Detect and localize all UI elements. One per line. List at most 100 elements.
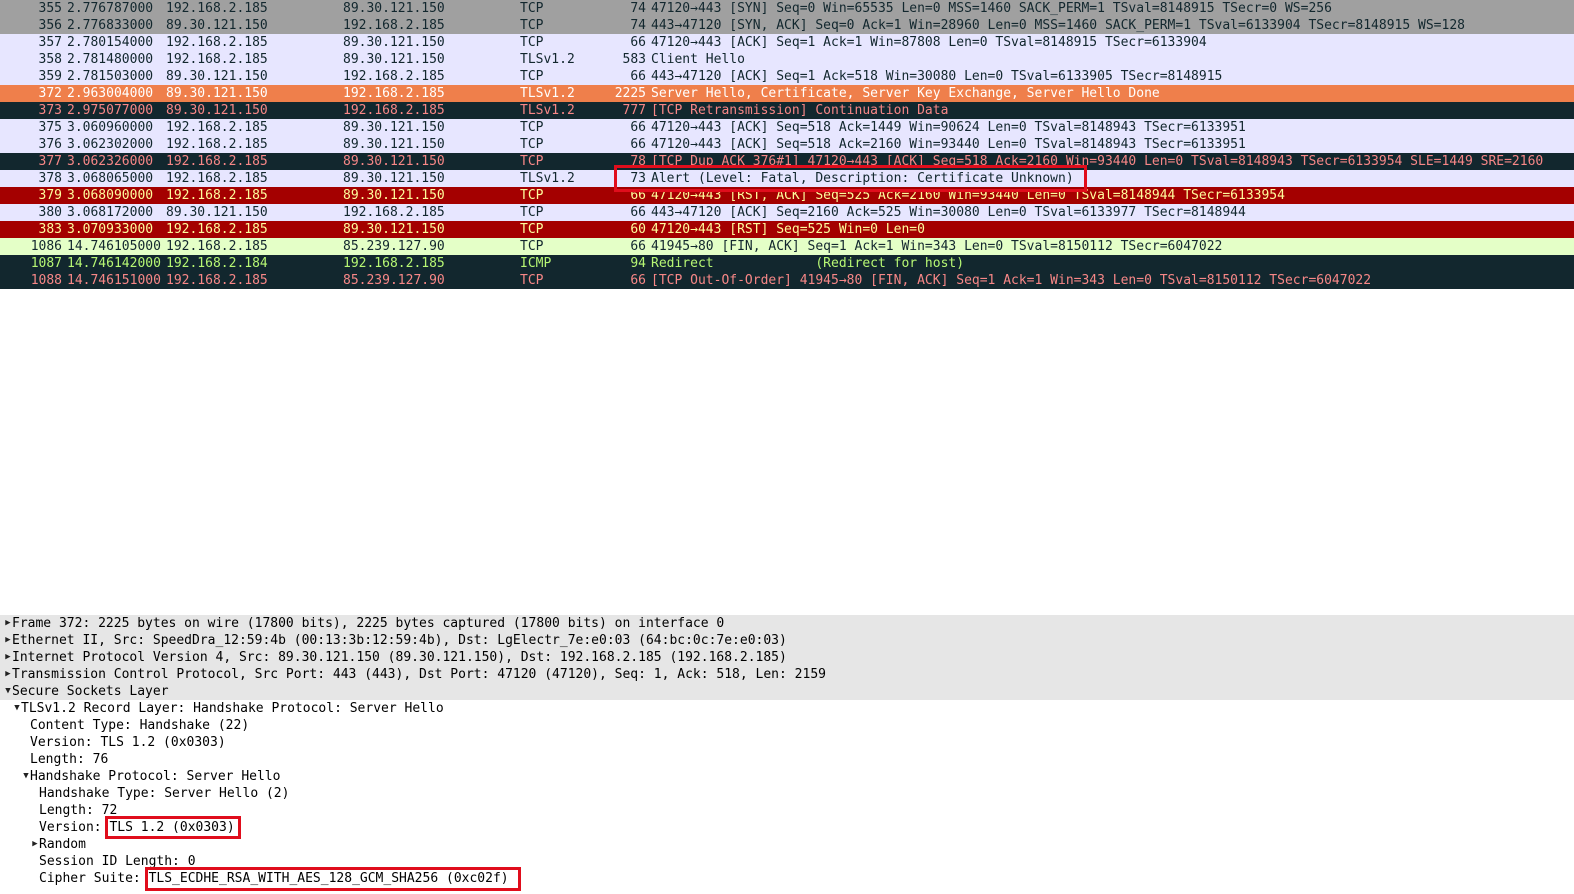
packet-row[interactable]: 359 2.781503000 89.30.121.150 192.168.2.185… [0, 68, 1574, 85]
packet-destination: 89.30.121.150 [343, 188, 445, 203]
packet-time: 3.070933000 [67, 222, 154, 237]
detail-tree-label: Internet Protocol Version 4, Src: 89.30.… [12, 650, 787, 665]
packet-number: 1088 [30, 273, 62, 288]
packet-row[interactable]: 375 3.060960000 192.168.2.185 89.30.121.150… [0, 119, 1574, 136]
packet-row[interactable]: 376 3.062302000 192.168.2.185 89.30.121.150… [0, 136, 1574, 153]
packet-destination: 192.168.2.185 [343, 69, 445, 84]
detail-tree-node[interactable]: Version: TLS 1.2 (0x0303) [0, 819, 1574, 836]
packet-length: 78 [630, 154, 646, 169]
detail-tree-node[interactable]: Handshake Type: Server Hello (2) [0, 785, 1574, 802]
detail-tree-node[interactable]: Length: 72 [0, 802, 1574, 819]
packet-protocol: TCP [520, 154, 544, 169]
packet-row[interactable]: 1088 14.746151000 192.168.2.185 85.239.127.… [0, 272, 1574, 289]
packet-row[interactable]: 379 3.068090000 192.168.2.185 89.30.121.150… [0, 187, 1574, 204]
packet-row[interactable]: 355 2.776787000 192.168.2.185 89.30.121.150… [0, 0, 1574, 17]
packet-source: 192.168.2.185 [166, 137, 268, 152]
packet-source: 192.168.2.185 [166, 120, 268, 135]
packet-row[interactable]: 377 3.062326000 192.168.2.185 89.30.121.150… [0, 153, 1574, 170]
packet-protocol: TCP [520, 222, 544, 237]
packet-info: Redirect (Redirect for host) [651, 256, 965, 271]
detail-tree-node[interactable]: Length: 76 [0, 751, 1574, 768]
detail-tree-label: Random [39, 837, 86, 852]
packet-source: 192.168.2.185 [166, 52, 268, 67]
detail-tree-label: Version: TLS 1.2 (0x0303) [30, 735, 226, 750]
packet-source: 89.30.121.150 [166, 18, 268, 33]
packet-info: 41945→80 [FIN, ACK] Seq=1 Ack=1 Win=343 … [651, 239, 1223, 254]
packet-info: 47120→443 [SYN] Seq=0 Win=65535 Len=0 MS… [651, 1, 1332, 16]
detail-tree-label: Transmission Control Protocol, Src Port:… [12, 667, 826, 682]
packet-row[interactable]: 378 3.068065000 192.168.2.185 89.30.121.150… [0, 170, 1574, 187]
packet-protocol: TLSv1.2 [520, 171, 575, 186]
detail-tree-label: Cipher Suite: TLS_ECDHE_RSA_WITH_AES_128… [39, 871, 509, 886]
packet-time: 3.068065000 [67, 171, 154, 186]
packet-protocol: TLSv1.2 [520, 103, 575, 118]
packet-source: 89.30.121.150 [166, 103, 268, 118]
packet-number: 355 [38, 1, 62, 16]
packet-protocol: TLSv1.2 [520, 86, 575, 101]
packet-length: 66 [630, 205, 646, 220]
packet-time: 2.776833000 [67, 18, 154, 33]
packet-destination: 192.168.2.185 [343, 205, 445, 220]
packet-row[interactable]: 357 2.780154000 192.168.2.185 89.30.121.150… [0, 34, 1574, 51]
detail-tree-node[interactable]: ▼ Handshake Protocol: Server Hello [0, 768, 1574, 785]
packet-number: 377 [38, 154, 62, 169]
packet-source: 192.168.2.184 [166, 256, 268, 271]
packet-info: 443→47120 [ACK] Seq=2160 Ack=525 Win=300… [651, 205, 1246, 220]
packet-row[interactable]: 1086 14.746105000 192.168.2.185 85.239.127.… [0, 238, 1574, 255]
detail-tree-node[interactable]: Cipher Suite: TLS_ECDHE_RSA_WITH_AES_128… [0, 870, 1574, 887]
packet-info: Alert (Level: Fatal, Description: Certif… [651, 171, 1074, 186]
packet-destination: 85.239.127.90 [343, 273, 445, 288]
packet-row[interactable]: 356 2.776833000 89.30.121.150 192.168.2.185… [0, 17, 1574, 34]
packet-destination: 85.239.127.90 [343, 239, 445, 254]
packet-row[interactable]: 380 3.068172000 89.30.121.150 192.168.2.185… [0, 204, 1574, 221]
packet-protocol: TCP [520, 205, 544, 220]
packet-row[interactable]: 373 2.975077000 89.30.121.150 192.168.2.185… [0, 102, 1574, 119]
packet-protocol: TCP [520, 18, 544, 33]
detail-tree-node[interactable]: Content Type: Handshake (22) [0, 717, 1574, 734]
detail-tree-node[interactable]: ▶ Ethernet II, Src: SpeedDra_12:59:4b (00… [0, 632, 1574, 649]
detail-tree-node[interactable]: ▶ Transmission Control Protocol, Src Port… [0, 666, 1574, 683]
detail-tree-node[interactable]: Session ID Length: 0 [0, 853, 1574, 870]
packet-number: 1086 [30, 239, 62, 254]
detail-tree-node[interactable]: ▶ Random [0, 836, 1574, 853]
packet-protocol: TCP [520, 69, 544, 84]
packet-destination: 89.30.121.150 [343, 35, 445, 50]
packet-source: 192.168.2.185 [166, 239, 268, 254]
packet-row[interactable]: 372 2.963004000 89.30.121.150 192.168.2.185… [0, 85, 1574, 102]
packet-number: 383 [38, 222, 62, 237]
detail-tree-node[interactable]: ▼ Secure Sockets Layer [0, 683, 1574, 700]
packet-destination: 192.168.2.185 [343, 103, 445, 118]
packet-source: 192.168.2.185 [166, 222, 268, 237]
packet-row[interactable]: 1087 14.746142000 192.168.2.184 192.168.2.1… [0, 255, 1574, 272]
packet-protocol: TCP [520, 273, 544, 288]
packet-protocol: TCP [520, 188, 544, 203]
packet-info: [TCP Retransmission] Continuation Data [651, 103, 949, 118]
detail-tree-label: Frame 372: 2225 bytes on wire (17800 bit… [12, 616, 725, 631]
detail-tree-node[interactable]: ▼ TLSv1.2 Record Layer: Handshake Protoco… [0, 700, 1574, 717]
packet-info: 47120→443 [ACK] Seq=518 Ack=1449 Win=906… [651, 120, 1246, 135]
packet-protocol: TCP [520, 239, 544, 254]
packet-time: 3.068090000 [67, 188, 154, 203]
packet-number: 1087 [30, 256, 62, 271]
packet-number: 372 [38, 86, 62, 101]
detail-tree-node[interactable]: Version: TLS 1.2 (0x0303) [0, 734, 1574, 751]
packet-time: 14.746151000 [67, 273, 161, 288]
packet-length: 583 [622, 52, 646, 67]
packet-length: 2225 [614, 86, 646, 101]
detail-tree-node[interactable]: ▶ Frame 372: 2225 bytes on wire (17800 bi… [0, 615, 1574, 632]
packet-number: 358 [38, 52, 62, 67]
detail-tree-label: Version: TLS 1.2 (0x0303) [39, 820, 235, 835]
detail-tree-node[interactable]: ▶ Internet Protocol Version 4, Src: 89.30… [0, 649, 1574, 666]
packet-number: 378 [38, 171, 62, 186]
packet-number: 376 [38, 137, 62, 152]
packet-row[interactable]: 358 2.781480000 192.168.2.185 89.30.121.150… [0, 51, 1574, 68]
packet-time: 2.781480000 [67, 52, 154, 67]
packet-time: 14.746142000 [67, 256, 161, 271]
packet-info: 47120→443 [ACK] Seq=1 Ack=1 Win=87808 Le… [651, 35, 1207, 50]
packet-time: 3.060960000 [67, 120, 154, 135]
packet-list: 355 2.776787000 192.168.2.185 89.30.121.150… [0, 0, 1574, 289]
packet-length: 66 [630, 239, 646, 254]
packet-row[interactable]: 383 3.070933000 192.168.2.185 89.30.121.150… [0, 221, 1574, 238]
packet-info: 47120→443 [RST, ACK] Seq=525 Ack=2160 Wi… [651, 188, 1285, 203]
packet-source: 192.168.2.185 [166, 1, 268, 16]
